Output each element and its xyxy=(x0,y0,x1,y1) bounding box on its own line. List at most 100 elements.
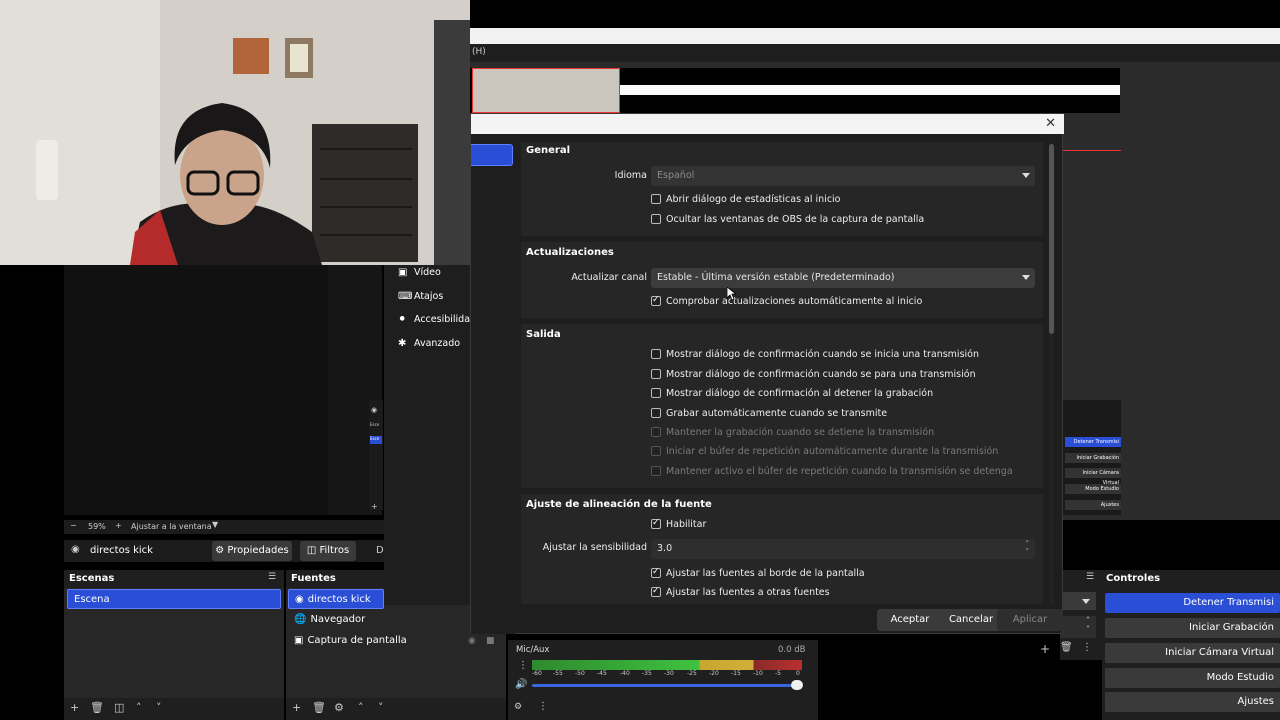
mini-control-2: Iniciar Cámara Virtual xyxy=(1065,468,1121,486)
gear-icon[interactable]: ⚙ xyxy=(334,701,344,714)
chevron-down-icon[interactable]: ˅ xyxy=(156,701,162,714)
transition-select[interactable] xyxy=(1060,592,1096,610)
hide-obs-capture-checkbox[interactable]: Ocultar las ventanas de OBS de la captur… xyxy=(651,213,924,228)
checkbox-label: Mostrar diálogo de confirmación cuando s… xyxy=(666,369,976,380)
volume-slider-handle[interactable] xyxy=(791,680,803,690)
mixer-settings-icon[interactable]: ⚙ xyxy=(514,702,522,712)
zoom-level: 59% xyxy=(88,522,106,531)
checkbox-label: Abrir diálogo de estadísticas al inicio xyxy=(666,194,841,205)
chevron-down-icon[interactable]: ▼ xyxy=(212,520,218,529)
source-item-navegador[interactable]: 🌐 Navegador xyxy=(288,610,488,630)
audio-mixer: Mic/Aux 0.0 dB ⋮ -60 -55 -50 -45 -40 -35… xyxy=(508,640,818,720)
checkbox-label: Iniciar el búfer de repetición automátic… xyxy=(666,446,999,457)
chevron-up-icon[interactable]: ˄ xyxy=(358,701,364,714)
settings-nav-general-selected[interactable] xyxy=(471,144,513,166)
gear-icon: ⚙ xyxy=(215,545,228,556)
dialog-sidebar xyxy=(471,134,515,634)
checkbox-label: Ajustar las fuentes a otras fuentes xyxy=(666,587,830,598)
chevron-up-icon[interactable]: ˄ xyxy=(136,701,142,714)
trash-icon[interactable]: 🗑 xyxy=(90,701,104,714)
tick-label: -55 xyxy=(553,670,563,677)
speaker-icon[interactable]: 🔊 xyxy=(515,679,527,690)
scrollbar-thumb[interactable] xyxy=(1049,144,1054,334)
eye-icon[interactable]: ◉ xyxy=(468,636,476,646)
settings-scrollbar[interactable] xyxy=(1049,144,1054,604)
snap-screen-edge-checkbox[interactable]: Ajustar las fuentes al borde de la panta… xyxy=(651,566,865,582)
tick-label: -10 xyxy=(753,670,763,677)
scenes-dock: Escenas ☰ Escena + 🗑 ◫ ˄ ˅ xyxy=(64,570,284,720)
tick-label: -45 xyxy=(597,670,607,677)
sensitivity-spinbox[interactable]: 3.0 ˄ ˅ xyxy=(651,539,1035,559)
settings-button[interactable]: Ajustes xyxy=(1105,692,1280,712)
top-black-strip xyxy=(470,0,1280,28)
confirm-start-stream-checkbox[interactable]: Mostrar diálogo de confirmación cuando s… xyxy=(651,348,979,363)
accept-button[interactable]: Aceptar xyxy=(877,609,943,631)
properties-label: Propiedades xyxy=(227,545,289,556)
meter-bar xyxy=(532,660,802,670)
trash-icon[interactable]: 🗑 xyxy=(312,701,326,714)
accessibility-icon: ⚫ xyxy=(398,314,407,325)
add-source-icon[interactable]: + xyxy=(292,701,301,714)
lock-icon[interactable]: ■ xyxy=(486,636,495,646)
cancel-button[interactable]: Cancelar xyxy=(938,609,1004,631)
chevron-down-icon[interactable]: ˅ xyxy=(378,701,384,714)
filters-label: Filtros xyxy=(319,545,350,556)
filter-icon: ◫ xyxy=(306,545,320,556)
scenes-list: Escena xyxy=(64,588,284,698)
kebab-icon[interactable]: ⋮ xyxy=(538,701,548,712)
scenes-toolbar: + 🗑 ◫ ˄ ˅ xyxy=(64,698,284,720)
update-channel-select[interactable]: Estable - Última versión estable (Predet… xyxy=(651,268,1035,288)
confirm-stop-stream-checkbox[interactable]: Mostrar diálogo de confirmación cuando s… xyxy=(651,368,976,383)
settings-nav-video[interactable]: ▣ Vídeo xyxy=(398,267,441,278)
source-item-captura[interactable]: ▣ Captura de pantalla xyxy=(288,631,488,651)
properties-button[interactable]: ⚙ Propiedades xyxy=(212,541,292,561)
meter-ticks: -60 -55 -50 -45 -40 -35 -30 -25 -20 -15 … xyxy=(532,670,802,678)
add-icon[interactable]: + xyxy=(1040,642,1050,656)
mini-control-1: Iniciar Grabación xyxy=(1065,453,1121,463)
zoom-plus-icon[interactable]: + xyxy=(115,521,122,530)
fit-window-label[interactable]: Ajustar a la ventana xyxy=(131,522,212,531)
mini-scene-0: Esce xyxy=(370,422,380,427)
start-recording-button[interactable]: Iniciar Grabación xyxy=(1105,618,1280,638)
nested-scene-list: ◉ Esce Esce + xyxy=(369,400,383,511)
language-select[interactable]: Español xyxy=(651,166,1035,186)
add-scene-icon[interactable]: + xyxy=(70,701,79,714)
settings-content: General Idioma Español Abrir diálogo de … xyxy=(521,142,1043,604)
auto-record-checkbox[interactable]: Grabar automáticamente cuando se transmi… xyxy=(651,407,887,422)
zoom-minus-icon[interactable]: − xyxy=(70,521,77,530)
stop-stream-button[interactable]: Detener Transmisi xyxy=(1105,593,1280,613)
checkbox-box xyxy=(651,348,661,359)
update-channel-value: Estable - Última versión estable (Predet… xyxy=(657,272,895,283)
scene-item[interactable]: Escena xyxy=(67,589,281,609)
studio-mode-button[interactable]: Modo Estudio xyxy=(1105,668,1280,688)
kebab-icon[interactable]: ⋮ xyxy=(1082,642,1092,653)
confirm-stop-record-checkbox[interactable]: Mostrar diálogo de confirmación al deten… xyxy=(651,387,933,402)
trash-icon[interactable]: 🗑 xyxy=(1060,642,1073,653)
duration-spin[interactable]: ˄ ˅ xyxy=(1060,616,1096,638)
mixer-channel-name: Mic/Aux xyxy=(516,645,550,655)
menu-help-partial[interactable]: (H) xyxy=(472,47,486,57)
volume-slider[interactable] xyxy=(532,684,802,687)
apply-button[interactable]: Aplicar xyxy=(997,609,1063,631)
replay-buffer-keep-checkbox: Mantener activo el búfer de repetición c… xyxy=(651,465,1013,480)
snap-other-sources-checkbox[interactable]: Ajustar las fuentes a otras fuentes xyxy=(651,585,830,601)
updates-title: Actualizaciones xyxy=(526,247,614,258)
filters-button[interactable]: ◫ Filtros xyxy=(300,541,356,561)
dock-float-icon[interactable]: ☰ xyxy=(1086,572,1094,582)
kebab-icon[interactable]: ⋮ xyxy=(518,660,528,671)
spin-arrows-icon[interactable]: ˄ ˅ xyxy=(1026,540,1030,556)
partial-button[interactable]: D xyxy=(376,545,384,556)
start-virtual-camera-button[interactable]: Iniciar Cámara Virtual xyxy=(1105,643,1280,663)
close-icon[interactable]: ✕ xyxy=(1045,116,1056,131)
nested-obs-panel: Detener Transmisi Iniciar Grabación Inic… xyxy=(1063,400,1121,515)
source-item-label: Navegador xyxy=(310,614,366,625)
settings-nav-hotkeys[interactable]: ⌨ Atajos xyxy=(398,291,443,302)
snapping-enable-checkbox[interactable]: Habilitar xyxy=(651,517,706,533)
dock-float-icon[interactable]: ☰ xyxy=(268,572,276,582)
settings-nav-accessibility[interactable]: ⚫ Accesibilidad xyxy=(398,314,476,325)
settings-nav-advanced[interactable]: ✱ Avanzado xyxy=(398,338,460,349)
auto-update-checkbox[interactable]: Comprobar actualizaciones automáticament… xyxy=(651,294,922,310)
stats-dialog-checkbox[interactable]: Abrir diálogo de estadísticas al inicio xyxy=(651,193,841,208)
filter-icon[interactable]: ◫ xyxy=(114,701,124,714)
source-item-directos-kick[interactable]: ◉ directos kick xyxy=(288,589,384,609)
